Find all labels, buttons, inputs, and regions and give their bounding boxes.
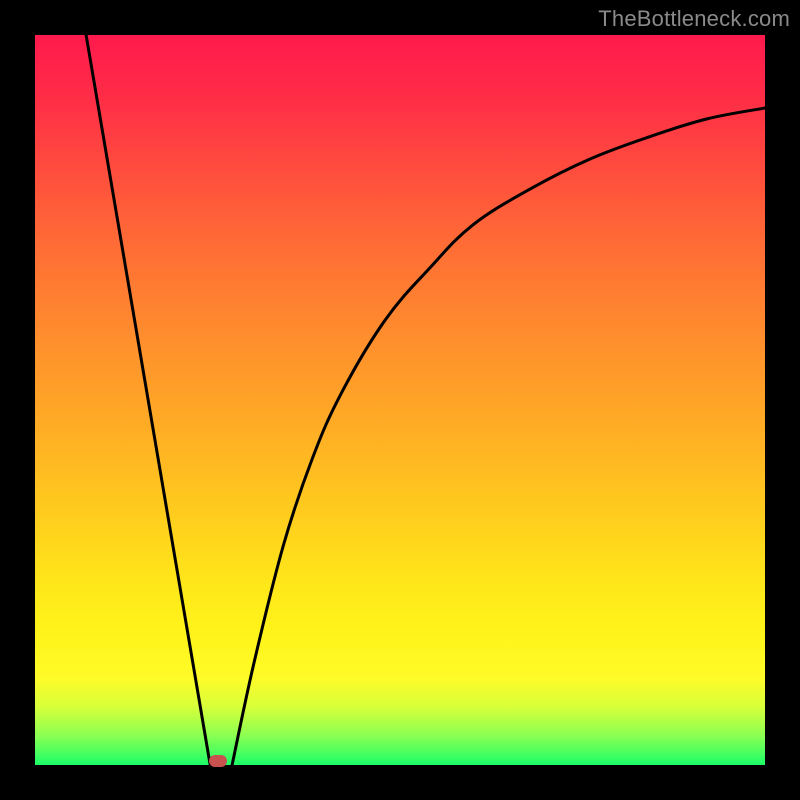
chart-frame: TheBottleneck.com [0, 0, 800, 800]
watermark-text: TheBottleneck.com [598, 6, 790, 32]
right-branch-path [232, 108, 765, 765]
minimum-marker [209, 755, 227, 767]
plot-area [35, 35, 765, 765]
curve-svg [35, 35, 765, 765]
left-branch-path [86, 35, 210, 765]
